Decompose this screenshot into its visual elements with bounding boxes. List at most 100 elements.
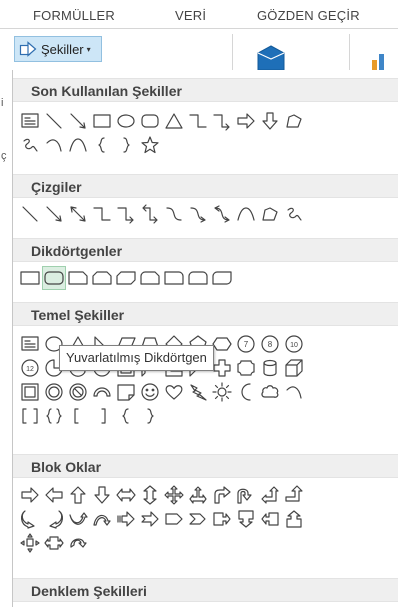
down-arrow-callout-shape[interactable]	[235, 508, 257, 530]
lightning-bolt-shape[interactable]	[187, 381, 209, 403]
bent-arrow-shape[interactable]	[211, 484, 233, 506]
snip-same-side-corner-rectangle-shape[interactable]	[91, 267, 113, 289]
right-bracket-shape[interactable]	[91, 405, 113, 427]
dodecagon-shape[interactable]: 12	[19, 357, 41, 379]
moon-shape[interactable]	[235, 381, 257, 403]
right-arrow-shape[interactable]	[19, 484, 41, 506]
plus-shape[interactable]	[211, 357, 233, 379]
snip-diagonal-corner-rectangle-shape[interactable]	[115, 267, 137, 289]
right-brace-shape[interactable]	[115, 134, 137, 156]
double-arrow-line-shape[interactable]	[67, 203, 89, 225]
arc-shape[interactable]	[43, 134, 65, 156]
curved-up-arrow-shape[interactable]	[67, 508, 89, 530]
quad-arrow-callout-shape[interactable]	[19, 532, 41, 554]
curved-arrow-connector-shape[interactable]	[187, 203, 209, 225]
curve-shape[interactable]	[235, 203, 257, 225]
heptagon-shape[interactable]: 7	[235, 333, 257, 355]
line-shape[interactable]	[43, 110, 65, 132]
curved-right-arrow-shape[interactable]	[19, 508, 41, 530]
smartart-icon[interactable]	[256, 44, 286, 72]
tab-veri[interactable]: VERİ	[175, 8, 206, 23]
donut-shape[interactable]	[43, 381, 65, 403]
snip-and-round-corner-rectangle-shape[interactable]	[139, 267, 161, 289]
quad-arrow-shape[interactable]	[163, 484, 185, 506]
arrow-line-shape[interactable]	[67, 110, 89, 132]
double-bracket-shape[interactable]	[19, 405, 41, 427]
cube-shape[interactable]	[283, 357, 305, 379]
elbow-arrow-connector-shape[interactable]	[211, 110, 233, 132]
double-brace-shape[interactable]	[43, 405, 65, 427]
left-bracket-shape[interactable]	[67, 405, 89, 427]
elbow-connector-shape[interactable]	[91, 203, 113, 225]
left-right-arrow-shape[interactable]	[115, 484, 137, 506]
arc-shape[interactable]	[283, 381, 305, 403]
can-shape[interactable]	[259, 357, 281, 379]
right-arrow-callout-shape[interactable]	[211, 508, 233, 530]
line-shape[interactable]	[19, 203, 41, 225]
rounded-rectangle-shape[interactable]	[139, 110, 161, 132]
arrow-line-shape[interactable]	[43, 203, 65, 225]
left-brace-shape[interactable]	[91, 134, 113, 156]
curved-double-arrow-connector-shape[interactable]	[211, 203, 233, 225]
notched-right-arrow-shape[interactable]	[139, 508, 161, 530]
text-box-shape[interactable]	[19, 110, 41, 132]
heart-shape[interactable]	[163, 381, 185, 403]
triangle-shape[interactable]	[163, 110, 185, 132]
hexagon-shape[interactable]	[211, 333, 233, 355]
freeform-shape[interactable]	[283, 110, 305, 132]
bent-up-arrow-shape[interactable]	[283, 484, 305, 506]
curved-connector-shape[interactable]	[163, 203, 185, 225]
snip-single-corner-rectangle-shape[interactable]	[67, 267, 89, 289]
rectangle-shape[interactable]	[19, 267, 41, 289]
round-same-side-corner-rectangle-shape[interactable]	[187, 267, 209, 289]
up-arrow-callout-shape[interactable]	[283, 508, 305, 530]
curved-left-arrow-shape[interactable]	[43, 508, 65, 530]
oval-shape[interactable]	[115, 110, 137, 132]
plaque-shape[interactable]	[235, 357, 257, 379]
rounded-rectangle-shape[interactable]	[42, 266, 66, 290]
left-up-arrow-shape[interactable]	[259, 484, 281, 506]
down-arrow-shape[interactable]	[259, 110, 281, 132]
folded-corner-shape[interactable]	[115, 381, 137, 403]
left-arrow-shape[interactable]	[43, 484, 65, 506]
octagon-shape[interactable]: 8	[259, 333, 281, 355]
left-right-up-arrow-shape[interactable]	[187, 484, 209, 506]
pentagon-arrow-shape[interactable]	[163, 508, 185, 530]
tab-formuller[interactable]: FORMÜLLER	[33, 8, 115, 23]
star-shape[interactable]	[139, 134, 161, 156]
round-diagonal-corner-rectangle-shape[interactable]	[211, 267, 233, 289]
elbow-connector-shape[interactable]	[187, 110, 209, 132]
up-down-arrow-shape[interactable]	[139, 484, 161, 506]
block-arc-shape[interactable]	[91, 381, 113, 403]
section-title: Temel Şekiller	[31, 307, 125, 323]
scribble-shape[interactable]	[283, 203, 305, 225]
left-arrow-callout-shape[interactable]	[259, 508, 281, 530]
chevron-shape[interactable]	[187, 508, 209, 530]
decagon-shape[interactable]: 10	[283, 333, 305, 355]
curve-shape[interactable]	[67, 134, 89, 156]
no-symbol-shape[interactable]	[67, 381, 89, 403]
curved-down-arrow-shape[interactable]	[91, 508, 113, 530]
sun-shape[interactable]	[211, 381, 233, 403]
circular-arrow-shape[interactable]	[67, 532, 89, 554]
left-brace-shape[interactable]	[115, 405, 137, 427]
rectangle-shape[interactable]	[91, 110, 113, 132]
cloud-shape[interactable]	[259, 381, 281, 403]
freeform-shape[interactable]	[259, 203, 281, 225]
smiley-face-shape[interactable]	[139, 381, 161, 403]
down-arrow-shape[interactable]	[91, 484, 113, 506]
left-right-arrow-callout-shape[interactable]	[43, 532, 65, 554]
tab-gozden-gecir[interactable]: GÖZDEN GEÇİR	[257, 8, 360, 23]
right-brace-shape[interactable]	[139, 405, 161, 427]
up-arrow-shape[interactable]	[67, 484, 89, 506]
bevel-shape[interactable]	[19, 381, 41, 403]
round-single-corner-rectangle-shape[interactable]	[163, 267, 185, 289]
elbow-double-arrow-connector-shape[interactable]	[139, 203, 161, 225]
u-turn-arrow-shape[interactable]	[235, 484, 257, 506]
right-arrow-shape[interactable]	[235, 110, 257, 132]
shapes-dropdown-button[interactable]: Şekiller ▾	[14, 36, 102, 62]
text-box-shape[interactable]	[19, 333, 41, 355]
striped-right-arrow-shape[interactable]	[115, 508, 137, 530]
scribble-shape[interactable]	[19, 134, 41, 156]
elbow-arrow-connector-shape[interactable]	[115, 203, 137, 225]
